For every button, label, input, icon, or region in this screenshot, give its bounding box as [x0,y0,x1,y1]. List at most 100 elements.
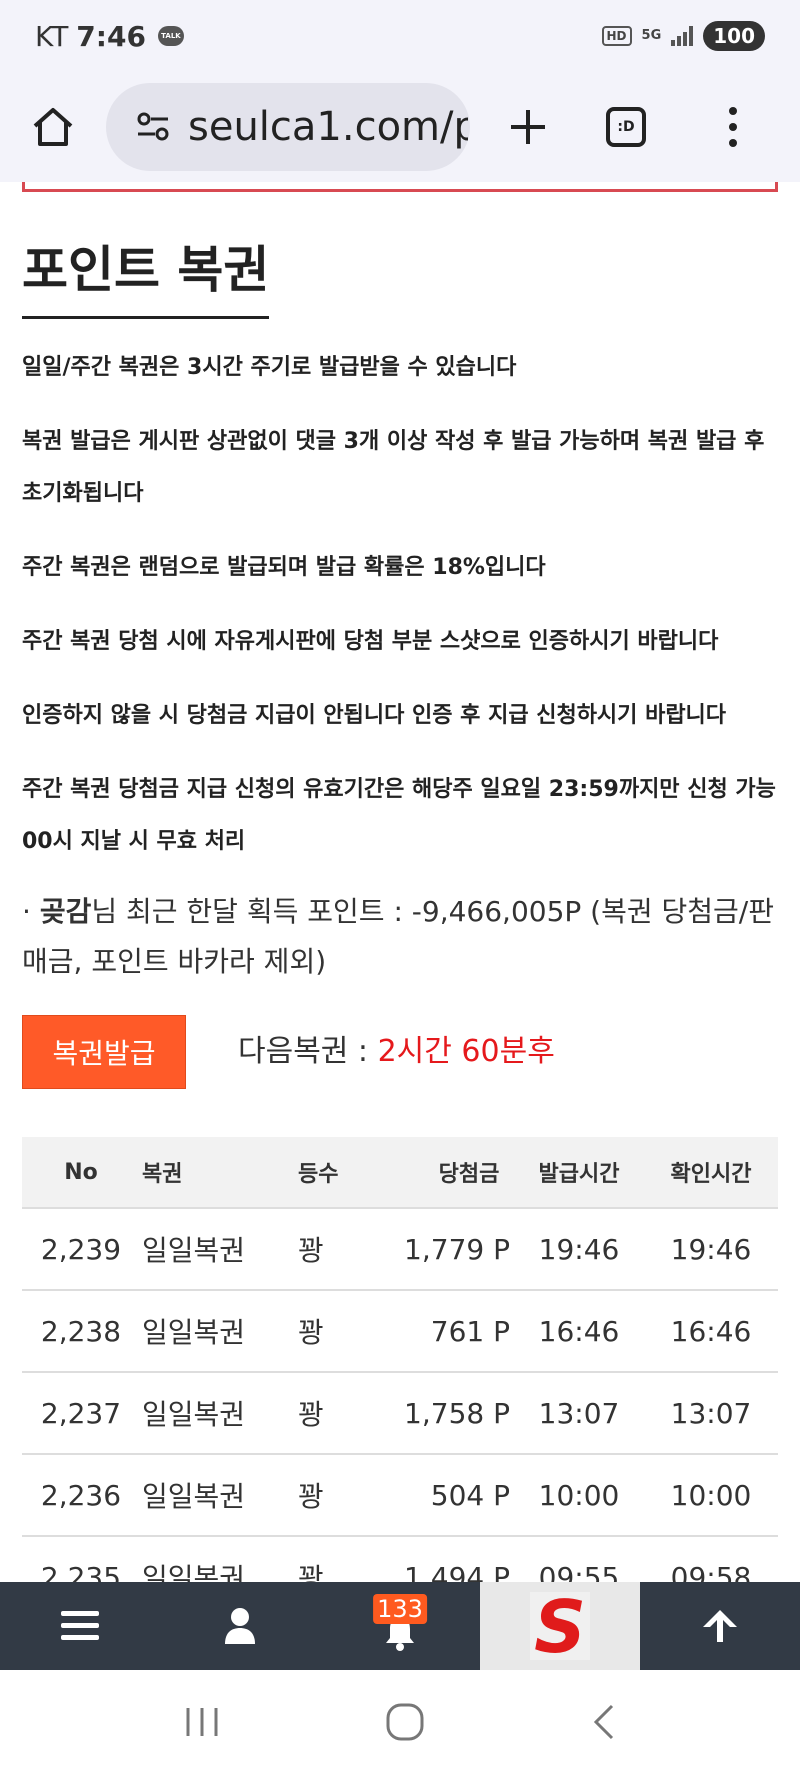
cell-prize: 1,779 P [404,1232,510,1266]
cell-ticket: 일일복권 [142,1234,246,1267]
tab-switcher-icon: :D [606,107,646,147]
browser-toolbar: seulca1.com/p :D [0,72,800,182]
network-type-icon: 5G [641,28,662,43]
cell-issued-time: 19:46 [538,1232,620,1266]
site-logo-icon: S [530,1588,590,1664]
cell-ticket: 일일복권 [142,1480,246,1513]
cell-no: 2,238 [40,1314,122,1348]
site-logo-button[interactable]: S [480,1582,640,1670]
cell-checked-time: 16:46 [670,1314,752,1348]
previous-section-border [22,182,778,192]
notice-item: 복권 발급은 게시판 상관없이 댓글 3개 이상 작성 후 발급 가능하며 복권… [22,429,765,506]
next-lottery-info: 다음복권 : 2시간 60분후 [238,1022,555,1082]
username: 곶감 [39,895,92,928]
header-issued-time: 발급시간 [538,1162,620,1187]
issue-lottery-button[interactable]: 복권발급 [22,1015,186,1089]
cell-ticket: 일일복권 [142,1398,246,1431]
cell-issued-time: 16:46 [538,1314,620,1348]
site-bottom-nav: 133 S [0,1582,800,1670]
home-icon [33,108,73,146]
nav-menu-button[interactable] [0,1582,160,1670]
recent-apps-button[interactable] [182,1704,222,1744]
kakaotalk-icon: TALK [157,26,184,46]
status-bar: KT 7:46 TALK HD 5G 100 [0,0,800,72]
cell-issued-time: 09:55 [538,1560,620,1583]
nav-profile-button[interactable] [160,1582,320,1670]
header-rank: 등수 [298,1162,339,1187]
carrier-label: KT [35,19,69,53]
table-header: No 복권 등수 당첨금 발급시간 확인시간 [22,1137,778,1209]
system-nav-bar [0,1670,800,1778]
home-circle-icon [386,1703,424,1741]
header-ticket: 복권 [142,1162,183,1187]
table-row: 2,239 일일복권 꽝 1,779 P 19:46 19:46 [22,1209,778,1291]
cell-no: 2,236 [40,1478,122,1512]
notice-item: 일일/주간 복권은 3시간 주기로 발급받을 수 있습니다 [22,355,517,380]
scroll-to-top-button[interactable] [640,1582,800,1670]
arrow-up-icon [703,1610,737,1642]
cell-no: 2,237 [40,1396,122,1430]
user-icon [225,1608,255,1644]
page-content: 포인트 복권 일일/주간 복권은 3시간 주기로 발급받을 수 있습니다 복권 … [0,182,800,1582]
cell-prize: 504 P [430,1478,510,1512]
cell-checked-time: 09:58 [670,1560,752,1583]
cell-prize: 1,494 P [404,1560,510,1583]
url-text[interactable]: seulca1.com/p [188,104,468,150]
notice-item: 주간 복권은 랜덤으로 발급되며 발급 확률은 18%입니다 [22,555,546,580]
cell-issued-time: 13:07 [538,1396,620,1430]
notice-item: 주간 복권 당첨금 지급 신청의 유효기간은 해당주 일요일 23:59까지만 … [22,777,776,854]
hd-voice-icon: HD [601,26,632,46]
site-settings-icon[interactable] [134,107,174,147]
nav-notifications-button[interactable]: 133 [320,1582,480,1670]
browser-menu-button[interactable] [666,72,800,182]
notice-list: 일일/주간 복권은 3시간 주기로 발급받을 수 있습니다 복권 발급은 게시판… [22,342,782,890]
plus-icon [511,110,545,144]
notification-count-badge: 133 [373,1594,427,1624]
cell-ticket: 일일복권 [142,1316,246,1349]
home-button[interactable] [0,72,106,182]
header-prize: 당첨금 [438,1162,500,1187]
cell-prize: 1,758 P [404,1396,510,1430]
header-checked-time: 확인시간 [670,1162,752,1187]
next-lottery-countdown: 2시간 60분후 [377,1034,555,1069]
system-home-button[interactable] [385,1702,425,1746]
table-row: 2,237 일일복권 꽝 1,758 P 13:07 13:07 [22,1373,778,1455]
cell-checked-time: 13:07 [670,1396,752,1430]
monthly-points-summary: · 곶감님 최근 한달 획득 포인트 : -9,466,005P (복권 당첨금… [22,887,782,987]
header-no: No [64,1159,98,1185]
cell-checked-time: 19:46 [670,1232,752,1266]
notice-item: 인증하지 않을 시 당첨금 지급이 안됩니다 인증 후 지급 신청하시기 바랍니… [22,703,727,728]
page-title: 포인트 복권 [22,230,270,319]
new-tab-button[interactable] [470,72,586,182]
cell-rank: 꽝 [298,1316,324,1349]
recents-icon [186,1708,218,1736]
address-bar[interactable]: seulca1.com/p [106,83,470,171]
cell-prize: 761 P [430,1314,510,1348]
cell-no: 2,235 [40,1560,122,1583]
status-left: KT 7:46 TALK [35,20,184,53]
table-row: 2,238 일일복권 꽝 761 P 16:46 16:46 [22,1291,778,1373]
table-row: 2,236 일일복권 꽝 504 P 10:00 10:00 [22,1455,778,1537]
points-text: 님 최근 한달 획득 포인트 : -9,466,005P (복권 당첨금/판매금… [22,895,774,978]
cell-ticket: 일일복권 [142,1562,246,1582]
cell-issued-time: 10:00 [538,1478,620,1512]
next-lottery-label: 다음복권 : [238,1034,378,1069]
cell-checked-time: 10:00 [670,1478,752,1512]
hamburger-menu-icon [61,1611,99,1640]
tab-switcher-button[interactable]: :D [586,72,666,182]
table-row: 2,235 일일복권 꽝 1,494 P 09:55 09:58 [22,1537,778,1583]
cell-rank: 꽝 [298,1480,324,1513]
notice-item: 주간 복권 당첨 시에 자유게시판에 당첨 부분 스샷으로 인증하시기 바랍니다 [22,629,719,654]
logo-letter: S [534,1588,586,1664]
back-chevron-icon [594,1704,614,1740]
bullet: · [22,895,31,928]
signal-icon [671,26,694,46]
cell-rank: 꽝 [298,1234,324,1267]
clock: 7:46 [76,19,146,53]
cell-rank: 꽝 [298,1562,324,1582]
status-right: HD 5G 100 [601,21,765,51]
lottery-history-table: No 복권 등수 당첨금 발급시간 확인시간 2,239 일일복권 꽝 1,77… [22,1137,778,1582]
back-button[interactable] [588,1702,618,1746]
more-vert-icon [729,107,737,147]
cell-no: 2,239 [40,1232,122,1266]
